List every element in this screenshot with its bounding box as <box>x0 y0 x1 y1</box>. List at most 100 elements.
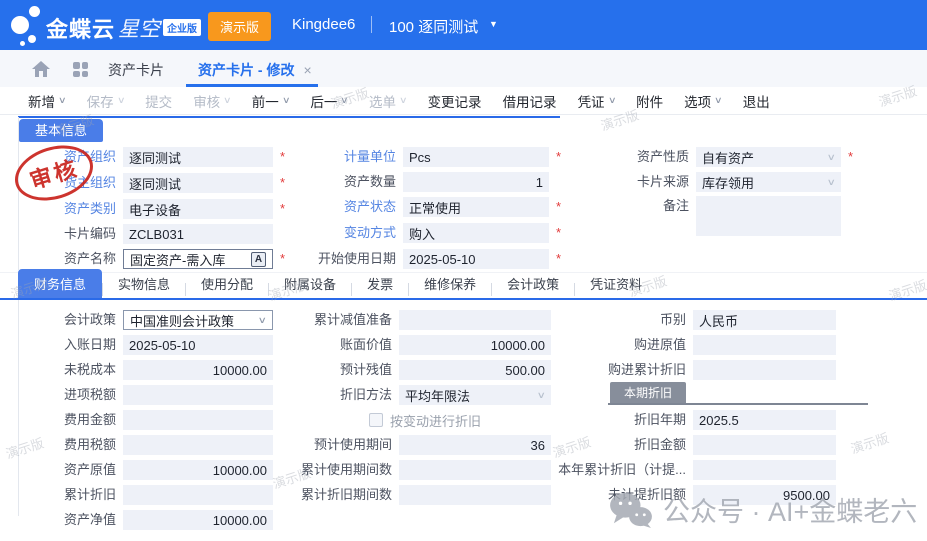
asset-category-field[interactable]: 电子设备 <box>123 199 273 219</box>
depreciate-by-change-checkbox[interactable] <box>369 413 383 427</box>
field-row: 资产状态 正常使用 * <box>285 196 580 218</box>
purchase-accum-depreciation-field[interactable] <box>693 360 836 380</box>
accounting-policy-label: 会计政策 <box>18 310 123 330</box>
new-button[interactable]: 新增∨ <box>28 91 66 111</box>
tab-asset-card[interactable]: 资产卡片 <box>108 60 164 80</box>
voucher-button[interactable]: 凭证∨ <box>578 91 616 111</box>
depreciation-amount-field[interactable] <box>693 435 836 455</box>
tab-basic-info[interactable]: 基本信息 <box>19 119 103 142</box>
current-user[interactable]: Kingdee6 <box>292 16 355 33</box>
chevron-down-icon: ∨ <box>282 95 291 106</box>
book-value-label: 账面价值 <box>272 335 399 355</box>
residual-value-field[interactable]: 500.00 <box>399 360 551 380</box>
required-marker: * <box>556 146 565 168</box>
tab-usage-allocation[interactable]: 使用分配 <box>186 269 268 298</box>
exit-button[interactable]: 退出 <box>743 91 770 111</box>
multilang-icon[interactable]: A <box>251 252 266 267</box>
chevron-down-icon: ∨ <box>340 95 349 106</box>
previous-button[interactable]: 前一∨ <box>252 91 290 111</box>
current-org[interactable]: 100 逐同测试 <box>389 16 478 37</box>
basic-col3: 资产性质 自有资产 ∨ * 卡片来源 库存领用 ∨ 备注 <box>582 146 912 240</box>
field-row: 未计提折旧额 9500.00 <box>540 485 870 505</box>
tab-financial-info[interactable]: 财务信息 <box>18 269 102 298</box>
asset-status-label[interactable]: 资产状态 <box>285 197 403 217</box>
basic-col2: 计量单位 Pcs * 资产数量 1 资产状态 正常使用 * 变动方式 购入 * … <box>285 146 580 274</box>
field-row: 资产类别 电子设备 * <box>18 198 313 220</box>
asset-qty-field[interactable]: 1 <box>403 172 549 192</box>
asset-status-field[interactable]: 正常使用 <box>403 197 549 217</box>
unit-label[interactable]: 计量单位 <box>285 147 403 167</box>
attachment-button[interactable]: 附件 <box>636 91 663 111</box>
asset-nature-select[interactable]: 自有资产 ∨ <box>696 147 841 167</box>
audit-button[interactable]: 审核∨ <box>193 91 231 111</box>
depreciation-period-field[interactable]: 2025.5 <box>693 410 836 430</box>
field-row: 预计残值 500.00 <box>272 360 582 380</box>
expense-tax-label: 费用税额 <box>18 435 123 455</box>
change-mode-label[interactable]: 变动方式 <box>285 223 403 243</box>
save-button[interactable]: 保存∨ <box>87 91 125 111</box>
next-button[interactable]: 后一∨ <box>310 91 348 111</box>
pick-list-button[interactable]: 选单∨ <box>369 91 407 111</box>
start-use-date-field[interactable]: 2025-05-10 <box>403 249 549 269</box>
asset-name-label: 资产名称 <box>18 249 123 269</box>
tab-accounting-policy[interactable]: 会计政策 <box>492 269 574 298</box>
purchase-original-value-field[interactable] <box>693 335 836 355</box>
accum-depreciation-field[interactable] <box>123 485 273 505</box>
tab-maintenance[interactable]: 维修保养 <box>409 269 491 298</box>
app-header: 金蝶云 星空 企业版 演示版 Kingdee6 100 逐同测试 ▼ <box>0 0 927 50</box>
depreciation-method-select[interactable]: 平均年限法 ∨ <box>399 385 551 405</box>
field-row: 资产数量 1 <box>285 172 580 192</box>
submit-button[interactable]: 提交 <box>145 91 172 111</box>
borrow-record-button[interactable]: 借用记录 <box>503 91 557 111</box>
asset-category-label[interactable]: 资产类别 <box>18 199 123 219</box>
accounting-policy-select[interactable]: 中国准则会计政策 ∨ <box>123 310 273 330</box>
asset-nature-label: 资产性质 <box>582 147 696 167</box>
undepreciated-amount-field[interactable]: 9500.00 <box>693 485 836 505</box>
current-period-depreciation-subsection: 本期折旧 <box>540 385 870 405</box>
chevron-down-icon: ∨ <box>117 95 126 106</box>
impairment-reserve-field[interactable] <box>399 310 551 330</box>
expense-tax-field[interactable] <box>123 435 273 455</box>
tab-asset-card-edit[interactable]: 资产卡片 - 修改 × <box>198 60 312 80</box>
original-value-label: 资产原值 <box>18 460 123 480</box>
brand-name: 金蝶云 <box>46 12 115 44</box>
entry-date-field[interactable]: 2025-05-10 <box>123 335 273 355</box>
book-value-field[interactable]: 10000.00 <box>399 335 551 355</box>
owner-org-field[interactable]: 逐同测试 <box>123 173 273 193</box>
field-row: 资产净值 10000.00 <box>18 510 318 530</box>
card-source-select[interactable]: 库存领用 ∨ <box>696 172 841 192</box>
input-tax-field[interactable] <box>123 385 273 405</box>
unit-field[interactable]: Pcs <box>403 147 549 167</box>
currency-field[interactable]: 人民币 <box>693 310 836 330</box>
original-value-field[interactable]: 10000.00 <box>123 460 273 480</box>
tab-voucher-info[interactable]: 凭证资料 <box>575 269 657 298</box>
field-row: 累计减值准备 <box>272 310 582 330</box>
tab-invoice[interactable]: 发票 <box>352 269 408 298</box>
apps-grid-icon[interactable] <box>73 62 88 77</box>
options-button[interactable]: 选项∨ <box>684 91 722 111</box>
expected-periods-field[interactable]: 36 <box>399 435 551 455</box>
org-caret-down-icon[interactable]: ▼ <box>489 19 498 29</box>
tab-physical-info[interactable]: 实物信息 <box>103 269 185 298</box>
subsection-header: 本期折旧 <box>610 382 686 403</box>
tab-attached-equipment[interactable]: 附属设备 <box>269 269 351 298</box>
close-icon[interactable]: × <box>303 62 311 78</box>
asset-org-field[interactable]: 逐同测试 <box>123 147 273 167</box>
workspace-tabbar: 资产卡片 资产卡片 - 修改 × <box>0 50 927 87</box>
used-periods-field[interactable] <box>399 460 551 480</box>
impairment-reserve-label: 累计减值准备 <box>272 310 399 330</box>
change-mode-field[interactable]: 购入 <box>403 223 549 243</box>
untaxed-cost-field[interactable]: 10000.00 <box>123 360 273 380</box>
remark-textarea[interactable] <box>696 196 841 236</box>
expense-amount-field[interactable] <box>123 410 273 430</box>
change-record-button[interactable]: 变更记录 <box>428 91 482 111</box>
ytd-depreciation-field[interactable] <box>693 460 836 480</box>
required-marker: * <box>556 248 565 270</box>
purchase-accum-depreciation-label: 购进累计折旧 <box>540 360 693 380</box>
home-icon[interactable] <box>32 61 50 82</box>
action-toolbar: 新增∨ 保存∨ 提交 审核∨ 前一∨ 后一∨ 选单∨ 变更记录 借用记录 凭证∨… <box>0 87 927 115</box>
net-value-field[interactable]: 10000.00 <box>123 510 273 530</box>
depreciated-periods-field[interactable] <box>399 485 551 505</box>
asset-name-input[interactable]: 固定资产-需入库 A <box>123 249 273 269</box>
card-number-field[interactable]: ZCLB031 <box>123 224 273 244</box>
